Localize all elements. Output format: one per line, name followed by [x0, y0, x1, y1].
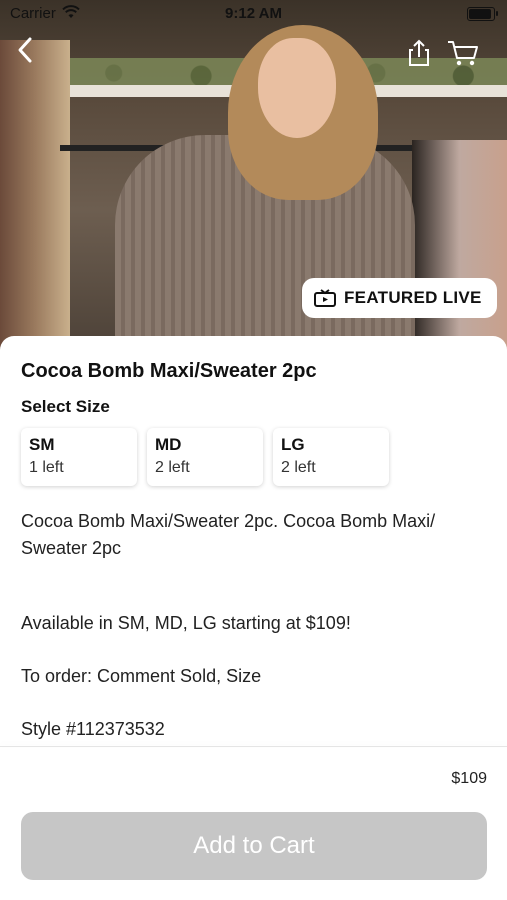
select-size-label: Select Size	[21, 397, 110, 416]
size-code: MD	[155, 435, 182, 454]
size-code: SM	[29, 435, 55, 454]
order-instructions: To order: Comment Sold, Size	[21, 666, 262, 686]
add-to-cart-button[interactable]: Add to Cart	[21, 812, 487, 880]
size-options: SM 1 left MD 2 left LG 2 left	[21, 428, 389, 486]
battery-nub	[496, 11, 498, 16]
size-option-md[interactable]: MD 2 left	[147, 428, 263, 486]
battery-icon	[467, 7, 495, 21]
clothing-rack-left	[0, 40, 70, 350]
featured-live-badge[interactable]: FEATURED LIVE	[302, 278, 497, 318]
style-number: Style #112373532	[21, 719, 165, 739]
footer-divider	[0, 746, 507, 747]
share-icon[interactable]	[406, 38, 432, 68]
size-option-sm[interactable]: SM 1 left	[21, 428, 137, 486]
price-label: $109	[451, 770, 487, 787]
back-chevron-icon[interactable]	[10, 36, 40, 70]
availability-text: Available in SM, MD, LG starting at $109…	[21, 613, 351, 633]
clock: 9:12 AM	[225, 5, 282, 22]
featured-live-label: FEATURED LIVE	[344, 288, 482, 307]
product-description: Cocoa Bomb Maxi/Sweater 2pc. Cocoa Bomb …	[21, 511, 436, 558]
model-face	[258, 38, 336, 138]
product-title: Cocoa Bomb Maxi/Sweater 2pc	[21, 360, 317, 382]
clothing-rack-right	[412, 140, 507, 350]
tv-icon	[314, 289, 336, 307]
size-stock: 2 left	[281, 459, 316, 476]
size-option-lg[interactable]: LG 2 left	[273, 428, 389, 486]
cart-icon[interactable]	[446, 38, 480, 68]
status-bar: Carrier 9:12 AM	[0, 0, 507, 26]
size-stock: 2 left	[155, 459, 190, 476]
size-stock: 1 left	[29, 459, 64, 476]
size-code: LG	[281, 435, 305, 454]
